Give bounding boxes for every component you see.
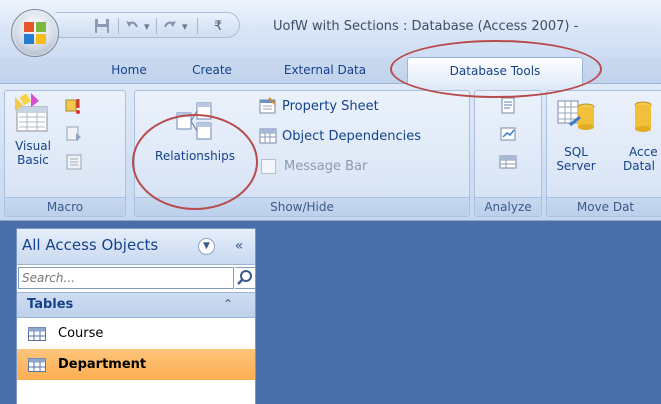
relationships-icon xyxy=(176,102,212,140)
section-title: Tables xyxy=(27,297,74,312)
search-button[interactable] xyxy=(235,267,256,289)
table-icon xyxy=(28,357,46,372)
access-database-button[interactable]: Acce Datal xyxy=(609,91,661,173)
nav-item-label: Course xyxy=(58,326,104,341)
show-hide-group: Relationships Property Sheet Object Depe… xyxy=(134,90,470,217)
move-data-group-label: Move Dat xyxy=(547,197,661,216)
message-bar-checkbox[interactable]: Message Bar xyxy=(259,155,367,177)
nav-item-label: Department xyxy=(58,357,147,372)
property-sheet-button[interactable]: Property Sheet xyxy=(259,95,379,117)
nav-pane-title: All Access Objects xyxy=(22,236,159,254)
sql-server-button[interactable]: SQL Server xyxy=(553,91,599,173)
analyze-group-label: Analyze xyxy=(475,197,541,216)
tab-create[interactable]: Create xyxy=(186,59,238,83)
database-documenter-icon[interactable] xyxy=(499,97,517,115)
run-macro-icon[interactable] xyxy=(65,97,83,115)
table-icon xyxy=(28,326,46,341)
redo-dropdown-icon[interactable]: ▾ xyxy=(182,17,188,35)
collapse-pane-icon[interactable]: « xyxy=(228,236,250,256)
show-hide-group-label: Show/Hide xyxy=(135,197,469,216)
message-bar-checkbox-box xyxy=(261,158,276,174)
customize-qat-icon[interactable]: ₹ xyxy=(214,17,222,35)
nav-pane-header[interactable]: All Access Objects ▼ « xyxy=(17,229,255,265)
relationships-button[interactable]: Relationships xyxy=(141,101,249,163)
visual-basic-button[interactable]: Visual Basic xyxy=(8,91,58,167)
undo-icon[interactable] xyxy=(124,17,140,35)
tab-external-data[interactable]: External Data xyxy=(276,59,374,83)
tab-database-tools[interactable]: Database Tools xyxy=(407,57,583,84)
ribbon: Visual Basic Macro Relationships Propert… xyxy=(0,83,661,221)
quick-access-toolbar: ▾ ▾ ₹ xyxy=(56,12,240,38)
title-bar: ▾ ▾ ₹ UofW with Sections : Database (Acc… xyxy=(0,0,661,58)
macro-group-label: Macro xyxy=(5,197,125,216)
access-database-icon xyxy=(634,101,652,132)
analyze-group: Analyze xyxy=(474,90,542,217)
convert-macro-icon[interactable] xyxy=(65,125,83,143)
nav-item-department[interactable]: Department xyxy=(17,349,255,380)
move-data-group: SQL Server Acce Datal Move Dat xyxy=(546,90,661,217)
navigation-pane: All Access Objects ▼ « Tables ⌃ Course D… xyxy=(16,228,256,404)
analyze-table-icon[interactable] xyxy=(499,153,517,171)
office-button[interactable] xyxy=(11,9,59,57)
tab-home[interactable]: Home xyxy=(105,59,153,83)
object-dependencies-icon xyxy=(259,128,277,144)
redo-icon[interactable] xyxy=(162,17,178,35)
office-logo-icon xyxy=(24,22,46,44)
nav-item-course[interactable]: Course xyxy=(17,318,255,349)
switchboard-icon[interactable] xyxy=(65,153,83,171)
undo-dropdown-icon[interactable]: ▾ xyxy=(144,17,150,35)
object-dependencies-button[interactable]: Object Dependencies xyxy=(259,125,421,147)
chevron-down-icon[interactable]: ▼ xyxy=(198,238,215,255)
analyze-performance-icon[interactable] xyxy=(499,125,517,143)
search-input[interactable] xyxy=(18,267,234,289)
search-icon xyxy=(237,270,252,285)
visual-basic-icon xyxy=(15,93,48,132)
sql-server-icon xyxy=(557,100,595,130)
save-icon[interactable] xyxy=(94,17,110,35)
macro-group: Visual Basic Macro xyxy=(4,90,126,217)
property-sheet-icon xyxy=(259,97,276,114)
window-title: UofW with Sections : Database (Access 20… xyxy=(273,19,579,34)
tables-section-header[interactable]: Tables ⌃ xyxy=(17,292,255,318)
chevron-up-icon[interactable]: ⌃ xyxy=(223,297,233,311)
